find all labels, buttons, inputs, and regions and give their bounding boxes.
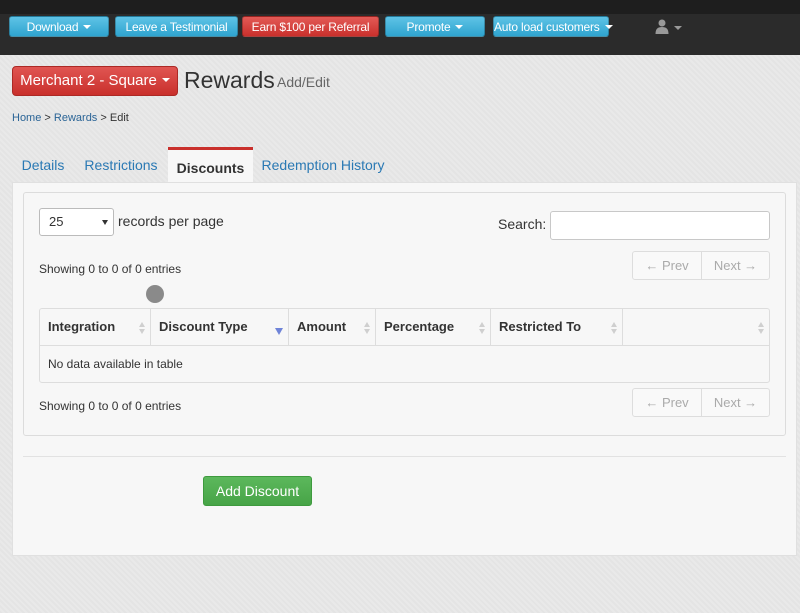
promote-button[interactable]: Promote bbox=[385, 16, 485, 37]
chevron-down-icon bbox=[102, 220, 108, 225]
search-input[interactable] bbox=[550, 211, 770, 240]
tab-details[interactable]: Details bbox=[12, 150, 74, 182]
sort-icon bbox=[364, 322, 371, 334]
testimonial-label: Leave a Testimonial bbox=[125, 20, 228, 34]
chevron-down-icon bbox=[83, 24, 92, 29]
empty-table-message: No data available in table bbox=[48, 357, 183, 371]
user-menu[interactable] bbox=[650, 16, 686, 38]
page-title: Rewards bbox=[184, 67, 275, 93]
tab-redemption-history[interactable]: Redemption History bbox=[258, 150, 388, 182]
next-page-button[interactable]: Next → bbox=[702, 252, 769, 279]
column-header-actions[interactable] bbox=[623, 309, 769, 346]
tab-discounts[interactable]: Discounts bbox=[168, 147, 253, 183]
entries-info-top: Showing 0 to 0 of 0 entries bbox=[39, 262, 182, 276]
column-header-amount[interactable]: Amount bbox=[289, 309, 376, 346]
breadcrumb-home-link[interactable]: Home bbox=[12, 112, 41, 124]
next-page-button[interactable]: Next → bbox=[702, 389, 769, 416]
sort-desc-icon bbox=[275, 328, 283, 335]
column-header-discount-type[interactable]: Discount Type bbox=[151, 309, 289, 346]
column-header-restricted-to[interactable]: Restricted To bbox=[491, 309, 623, 346]
download-button[interactable]: Download bbox=[9, 16, 109, 37]
page-subtitle: Add/Edit bbox=[277, 74, 330, 90]
earn-referral-button[interactable]: Earn $100 per Referral bbox=[242, 16, 379, 37]
referral-label: Earn $100 per Referral bbox=[251, 20, 370, 34]
sort-icon bbox=[611, 322, 618, 334]
user-icon bbox=[655, 19, 669, 34]
top-strip bbox=[0, 0, 800, 14]
column-header-label: Amount bbox=[297, 319, 347, 334]
prev-page-button[interactable]: ← Prev bbox=[633, 389, 702, 416]
breadcrumb-separator: > bbox=[44, 112, 51, 124]
chevron-down-icon bbox=[455, 24, 464, 29]
merchant-label: Merchant 2 - Square bbox=[20, 72, 157, 89]
column-header-percentage[interactable]: Percentage bbox=[376, 309, 491, 346]
column-header-label: Integration bbox=[48, 319, 116, 334]
chevron-down-icon bbox=[161, 78, 170, 83]
breadcrumb: Home > Rewards > Edit bbox=[12, 111, 129, 125]
mouse-cursor-indicator bbox=[146, 285, 164, 303]
discounts-table: Integration Discount Type Amount Percent… bbox=[39, 308, 770, 383]
column-header-label: Discount Type bbox=[159, 319, 248, 334]
download-label: Download bbox=[26, 20, 79, 34]
page-size-select[interactable]: 25 bbox=[39, 208, 114, 236]
breadcrumb-separator: > bbox=[100, 112, 107, 124]
sort-icon bbox=[479, 322, 486, 334]
breadcrumb-rewards-link[interactable]: Rewards bbox=[54, 112, 97, 124]
records-per-page-label: records per page bbox=[118, 213, 224, 229]
chevron-down-icon bbox=[674, 26, 682, 30]
breadcrumb-current: Edit bbox=[109, 112, 129, 124]
merchant-dropdown-button[interactable]: Merchant 2 - Square bbox=[12, 66, 178, 96]
pagination-top: ← Prev Next → bbox=[632, 251, 770, 280]
auto-load-label: Auto load customers bbox=[494, 20, 600, 34]
auto-load-customers-button[interactable]: Auto load customers bbox=[493, 16, 613, 37]
search-label: Search: bbox=[498, 216, 547, 232]
divider bbox=[23, 456, 786, 457]
column-header-label: Percentage bbox=[384, 319, 455, 334]
sort-icon bbox=[758, 322, 765, 334]
column-header-label: Restricted To bbox=[499, 319, 582, 334]
column-header-integration[interactable]: Integration bbox=[40, 309, 151, 346]
pagination-bottom: ← Prev Next → bbox=[632, 388, 770, 417]
prev-page-button[interactable]: ← Prev bbox=[633, 252, 702, 279]
promote-label: Promote bbox=[406, 20, 451, 34]
entries-info-bottom: Showing 0 to 0 of 0 entries bbox=[39, 399, 182, 413]
page-size-value: 25 bbox=[49, 214, 64, 229]
add-discount-button[interactable]: Add Discount bbox=[203, 476, 312, 506]
leave-testimonial-button[interactable]: Leave a Testimonial bbox=[115, 16, 238, 37]
sort-icon bbox=[139, 322, 146, 334]
tab-restrictions[interactable]: Restrictions bbox=[78, 150, 164, 182]
chevron-down-icon bbox=[604, 24, 613, 29]
